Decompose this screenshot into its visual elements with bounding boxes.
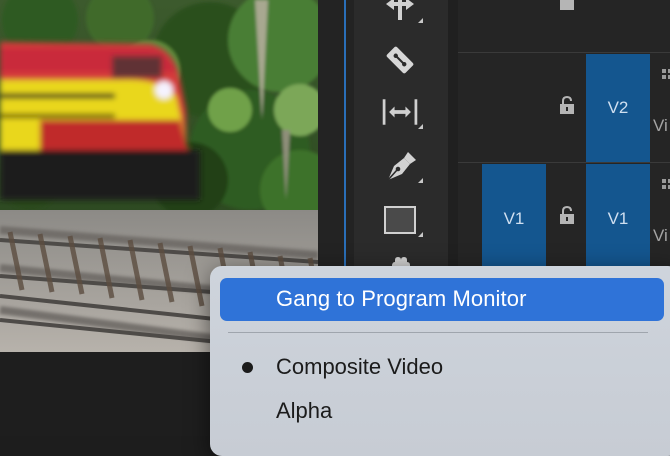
menu-separator xyxy=(228,332,648,333)
tool-flyout-indicator xyxy=(418,124,423,129)
checkmark-bullet-icon xyxy=(242,362,253,373)
rectangle-icon[interactable] xyxy=(380,200,420,240)
track-target-v2[interactable]: V2 xyxy=(586,54,650,162)
menu-item-alpha[interactable]: Alpha xyxy=(276,398,332,424)
track-name-v2: Vi xyxy=(653,116,668,135)
menu-item-gang-to-program-monitor[interactable]: Gang to Program Monitor xyxy=(276,286,527,312)
tool-flyout-indicator xyxy=(418,178,423,183)
track-name-v1: Vi xyxy=(653,226,668,245)
track-select-icon[interactable] xyxy=(380,0,420,24)
tool-flyout-indicator xyxy=(418,232,423,237)
lock-icon[interactable] xyxy=(557,205,577,226)
track-grid-icon xyxy=(662,68,670,80)
menu-item-composite-video[interactable]: Composite Video xyxy=(276,354,443,380)
lock-icon[interactable] xyxy=(557,0,577,12)
track-divider xyxy=(458,52,670,53)
source-patch-v1[interactable]: V1 xyxy=(482,164,546,274)
razor-icon[interactable] xyxy=(380,40,420,80)
track-label-v3[interactable]: V3 xyxy=(586,0,650,8)
pen-icon[interactable] xyxy=(380,146,420,186)
tool-flyout-indicator xyxy=(418,18,423,23)
slip-icon[interactable] xyxy=(380,92,420,132)
track-grid-icon xyxy=(662,178,670,190)
track-divider xyxy=(458,162,670,163)
context-menu: Gang to Program Monitor Composite Video … xyxy=(210,266,670,456)
track-target-v1[interactable]: V1 xyxy=(586,164,650,274)
lock-icon[interactable] xyxy=(557,95,577,116)
